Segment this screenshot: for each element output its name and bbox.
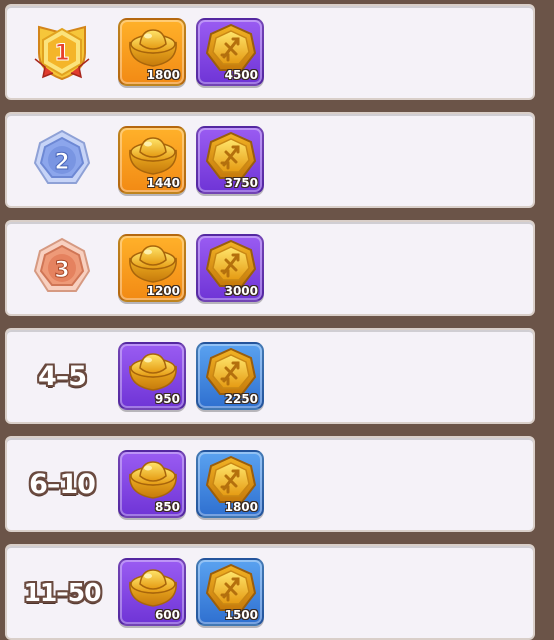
medal-rank-number: 2 <box>54 150 69 175</box>
hexagon-token-icon <box>202 454 260 506</box>
gold-ingot-icon <box>124 562 182 614</box>
rank-cell: 6–10 <box>7 438 117 530</box>
medal-rank-number: 1 <box>54 41 69 66</box>
reward-hexagon-token[interactable]: 4500 <box>196 18 264 86</box>
reward-row-rank-1: 1 1800 4500 <box>5 4 535 100</box>
rank-label: 11–50 <box>23 577 101 607</box>
reward-amount: 850 <box>154 500 180 514</box>
reward-hexagon-token[interactable]: 1800 <box>196 450 264 518</box>
reward-gold-ingot[interactable]: 1800 <box>118 18 186 86</box>
gold-ingot-icon <box>124 130 182 182</box>
reward-amount: 3000 <box>224 284 258 298</box>
rank-cell: 1 <box>7 6 117 98</box>
reward-row-rank-6-10: 6–10 850 1800 <box>5 436 535 532</box>
rank-label: 4–5 <box>37 360 87 392</box>
reward-gold-ingot[interactable]: 1200 <box>118 234 186 302</box>
reward-amount: 1800 <box>224 500 258 514</box>
rank-cell: 4–5 <box>7 330 117 422</box>
reward-amount: 600 <box>154 608 180 622</box>
gold-ingot-icon <box>124 238 182 290</box>
medal-rank-number: 3 <box>54 258 69 283</box>
reward-amount: 1200 <box>146 284 180 298</box>
gold-ingot-icon <box>124 346 182 398</box>
reward-amount: 1440 <box>146 176 180 190</box>
reward-gold-ingot[interactable]: 950 <box>118 342 186 410</box>
reward-row-rank-4-5: 4–5 950 2250 <box>5 328 535 424</box>
reward-hexagon-token[interactable]: 1500 <box>196 558 264 626</box>
gold-ingot-icon <box>124 22 182 74</box>
hexagon-token-icon <box>202 130 260 182</box>
reward-amount: 4500 <box>224 68 258 82</box>
hexagon-token-icon <box>202 238 260 290</box>
silver-medal-icon: 2 <box>33 129 91 184</box>
reward-gold-ingot[interactable]: 850 <box>118 450 186 518</box>
reward-gold-ingot[interactable]: 600 <box>118 558 186 626</box>
rank-cell: 11–50 <box>7 546 117 638</box>
reward-row-rank-2: 2 1440 3750 <box>5 112 535 208</box>
bronze-medal-icon: 3 <box>33 237 91 292</box>
gold-ingot-icon <box>124 454 182 506</box>
gold-medal-icon: 1 <box>34 25 90 81</box>
reward-hexagon-token[interactable]: 2250 <box>196 342 264 410</box>
rank-label: 6–10 <box>29 468 96 500</box>
rank-cell: 2 <box>7 114 117 206</box>
reward-row-rank-11-50: 11–50 600 1500 <box>5 544 535 640</box>
reward-amount: 2250 <box>224 392 258 406</box>
reward-hexagon-token[interactable]: 3000 <box>196 234 264 302</box>
reward-hexagon-token[interactable]: 3750 <box>196 126 264 194</box>
hexagon-token-icon <box>202 346 260 398</box>
rank-cell: 3 <box>7 222 117 314</box>
reward-amount: 1800 <box>146 68 180 82</box>
rank-reward-list: 1 1800 4500 2 1440 3750 3 1200 3000 4–5 … <box>0 0 554 640</box>
reward-amount: 950 <box>154 392 180 406</box>
reward-amount: 3750 <box>224 176 258 190</box>
reward-row-rank-3: 3 1200 3000 <box>5 220 535 316</box>
hexagon-token-icon <box>202 22 260 74</box>
reward-gold-ingot[interactable]: 1440 <box>118 126 186 194</box>
reward-amount: 1500 <box>224 608 258 622</box>
hexagon-token-icon <box>202 562 260 614</box>
